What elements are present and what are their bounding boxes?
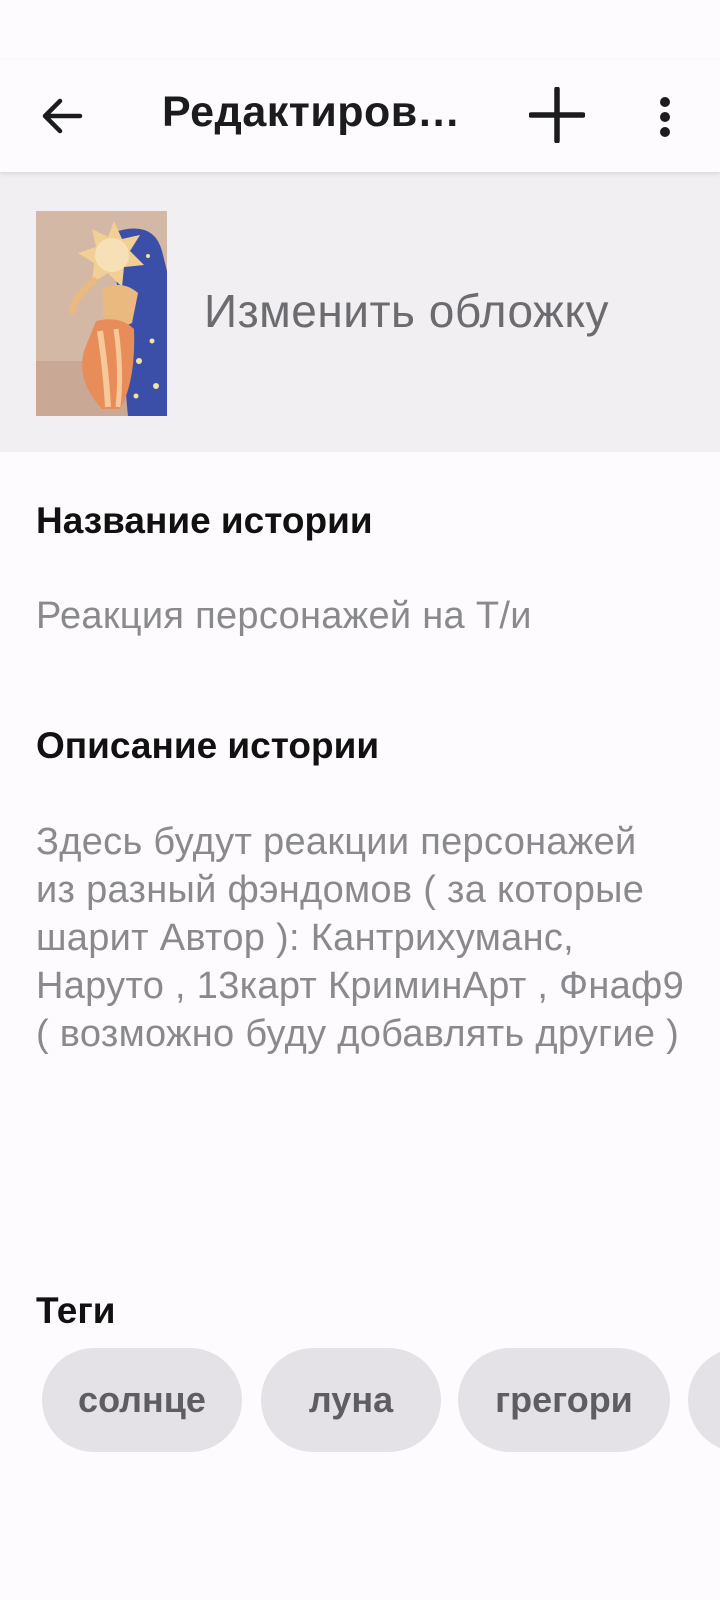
- arrow-left-icon: [42, 98, 83, 134]
- change-cover-label: Изменить обложку: [204, 285, 609, 337]
- story-title-label: Название истории: [36, 500, 373, 541]
- story-description-label: Описание истории: [36, 725, 380, 766]
- more-options-button[interactable]: [640, 82, 690, 152]
- more-vertical-icon: [660, 97, 670, 137]
- tag-chip[interactable]: солнце: [42, 1348, 242, 1452]
- page-title: Редактирова...: [162, 88, 472, 136]
- tags-label: Теги: [36, 1290, 116, 1331]
- cover-image: [36, 211, 167, 416]
- plus-icon: [529, 87, 585, 143]
- app-bar: Редактирова...: [0, 60, 720, 172]
- tag-chip[interactable]: [688, 1348, 720, 1452]
- back-button[interactable]: [30, 82, 94, 150]
- add-button[interactable]: [522, 80, 592, 150]
- status-bar: [0, 0, 720, 60]
- change-cover-row[interactable]: Изменить обложку: [0, 172, 720, 452]
- edit-story-screen: Редактирова... Изменить обложку Название…: [0, 0, 720, 1600]
- tags-list: солнце луна грегори: [0, 1348, 720, 1452]
- story-title-input[interactable]: Реакция персонажей на Т/и: [36, 592, 686, 640]
- tag-chip[interactable]: луна: [261, 1348, 441, 1452]
- story-description-input[interactable]: Здесь будут реакции персонажей из разный…: [36, 818, 686, 1058]
- tag-chip[interactable]: грегори: [458, 1348, 670, 1452]
